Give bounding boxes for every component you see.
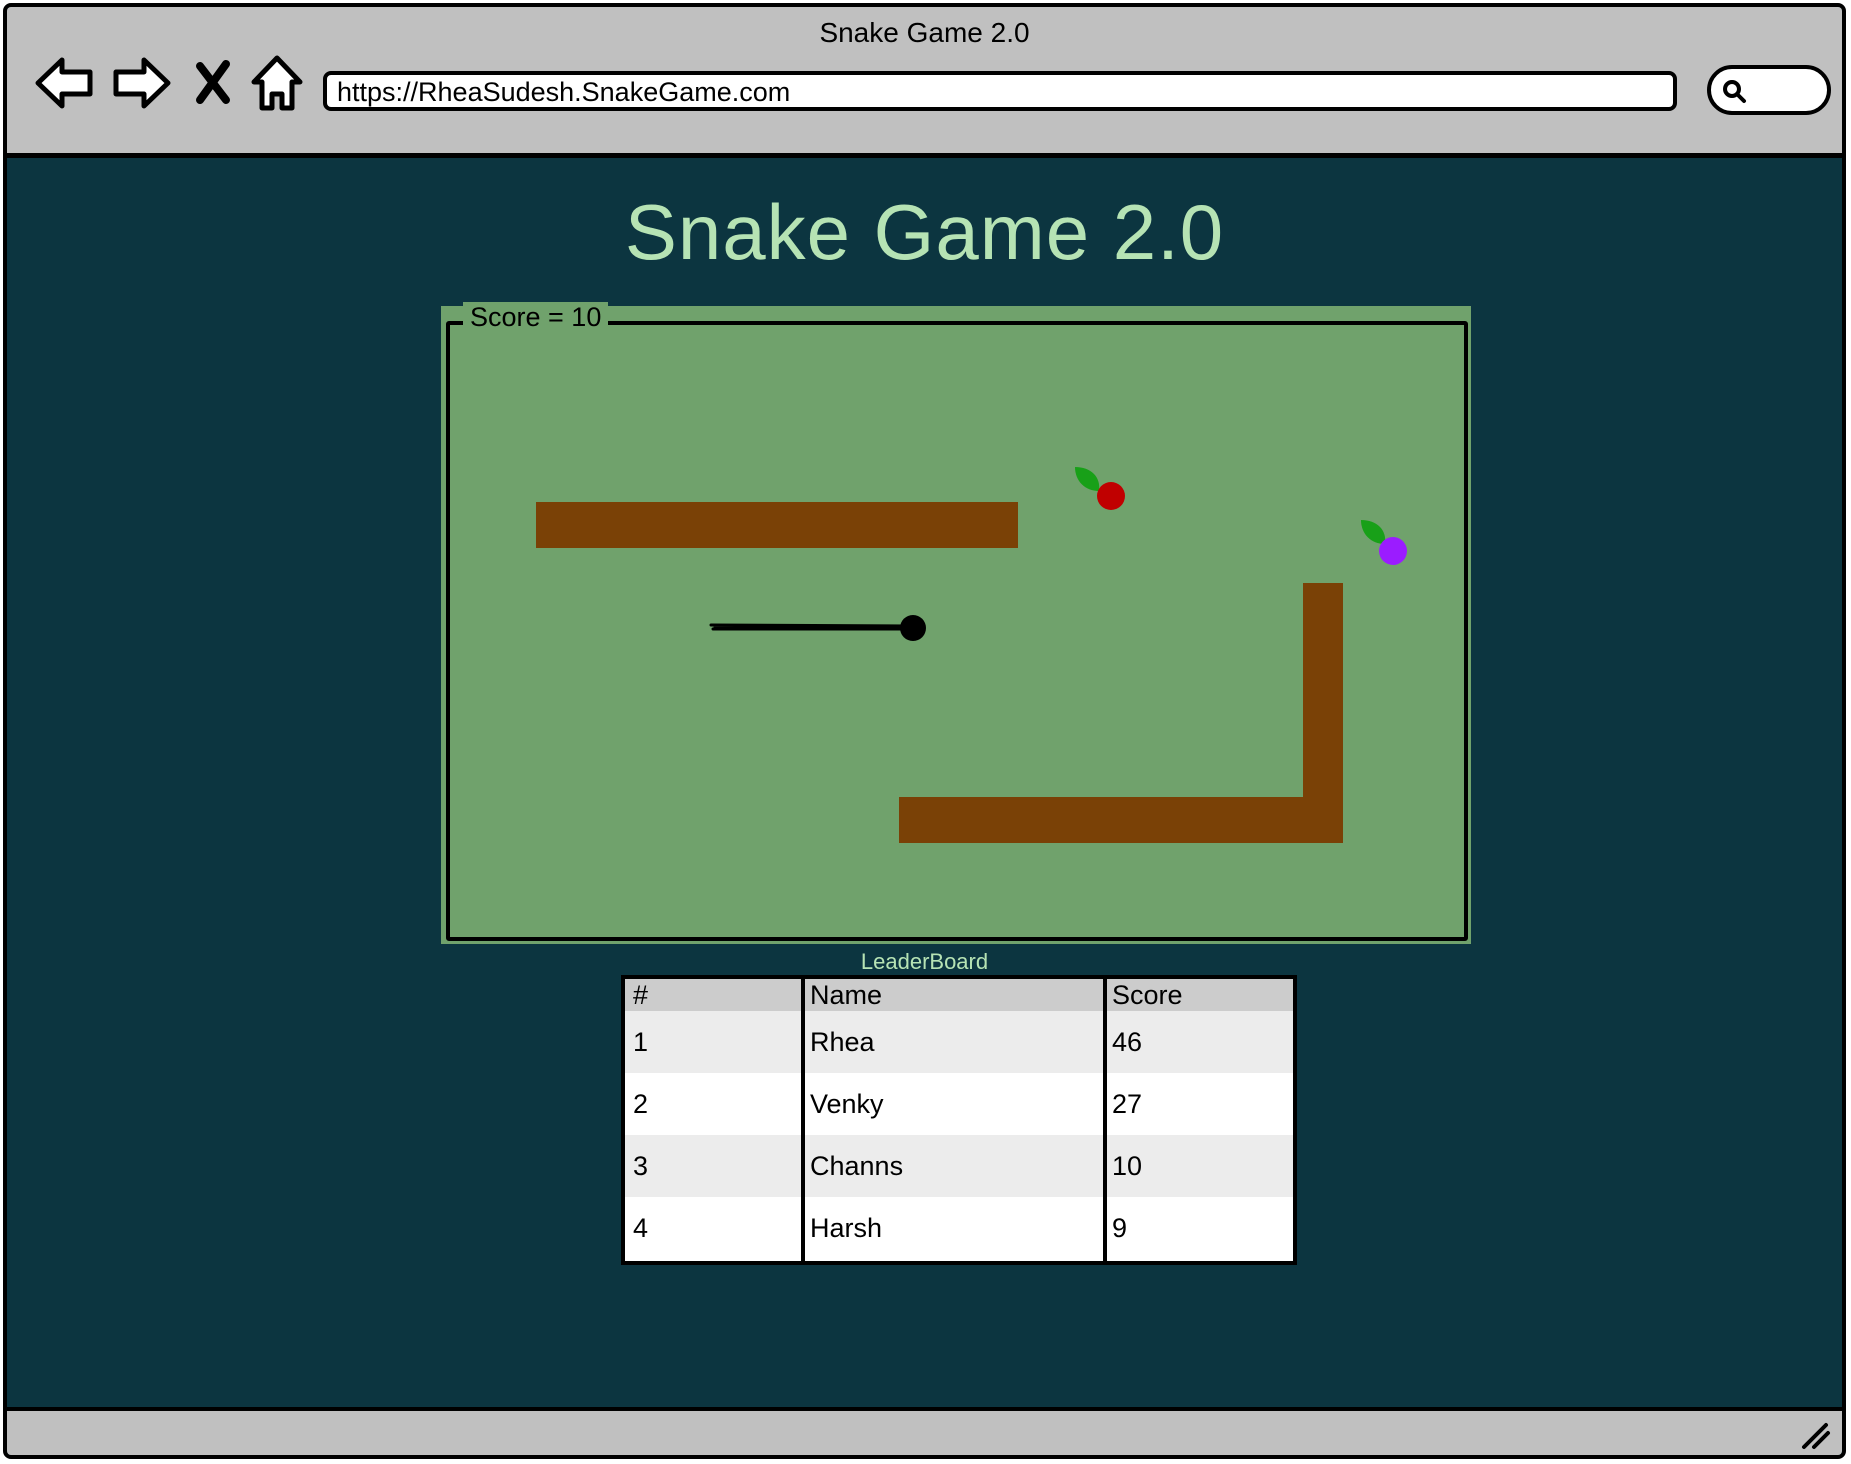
score-cell: 46 — [1112, 1026, 1143, 1057]
purple-fruit-icon[interactable] — [1357, 516, 1411, 570]
arrow-right-icon — [113, 57, 171, 109]
column-header-score: Score — [1112, 979, 1183, 1010]
arrow-left-icon — [35, 57, 93, 109]
name-cell: Rhea — [810, 1026, 875, 1057]
red-fruit-icon[interactable] — [1071, 463, 1125, 517]
score-cell: 10 — [1112, 1150, 1143, 1181]
rank-cell: 4 — [633, 1212, 649, 1243]
page-title: Snake Game 2.0 — [624, 188, 1225, 276]
table-row: 3 Channs 10 — [625, 1135, 1293, 1197]
name-cell: Venky — [810, 1088, 884, 1119]
table-row: 2 Venky 27 — [625, 1073, 1293, 1135]
name-cell: Channs — [810, 1150, 904, 1181]
table-row: 1 Rhea 46 — [625, 1011, 1293, 1073]
column-divider — [801, 977, 805, 1263]
close-x-icon — [196, 60, 230, 104]
status-bar — [7, 1407, 1842, 1455]
leaderboard-caption: LeaderBoard — [860, 949, 989, 974]
table-header: # Name Score — [625, 979, 1293, 1011]
browser-toolbar: Snake Game 2.0 https://RheaSudesh.SnakeG… — [7, 7, 1842, 158]
home-button[interactable] — [243, 49, 311, 117]
rank-cell: 2 — [633, 1088, 649, 1119]
browser-window: Snake Game 2.0 https://RheaSudesh.SnakeG… — [3, 3, 1846, 1459]
window-title: Snake Game 2.0 — [819, 17, 1030, 48]
name-cell: Harsh — [810, 1212, 883, 1243]
score-label: Score = 10 — [463, 302, 609, 333]
home-icon — [251, 55, 303, 111]
wall-horizontal-top — [536, 502, 1018, 548]
resize-grip-icon[interactable] — [1798, 1417, 1832, 1451]
game-board[interactable]: Score = 10 — [441, 302, 1471, 944]
score-cell: 27 — [1112, 1088, 1143, 1119]
rank-cell: 3 — [633, 1150, 649, 1181]
table-row: 4 Harsh 9 — [625, 1197, 1293, 1259]
score-cell: 9 — [1112, 1212, 1128, 1243]
magnifier-icon — [1723, 80, 1746, 103]
leaderboard-table: # Name Score 1 Rhea 46 2 Venky 27 3 Chan… — [621, 975, 1297, 1265]
rank-cell: 1 — [633, 1026, 649, 1057]
column-header-rank: # — [633, 979, 649, 1010]
back-button[interactable] — [31, 49, 99, 117]
snake — [709, 615, 926, 641]
address-bar[interactable]: https://RheaSudesh.SnakeGame.com — [323, 71, 1677, 111]
stop-button[interactable] — [179, 49, 247, 117]
forward-button[interactable] — [107, 49, 175, 117]
column-header-name: Name — [810, 979, 883, 1010]
wall-horizontal-bottom — [899, 797, 1343, 843]
search-field[interactable] — [1707, 65, 1831, 115]
column-divider — [1103, 977, 1107, 1263]
